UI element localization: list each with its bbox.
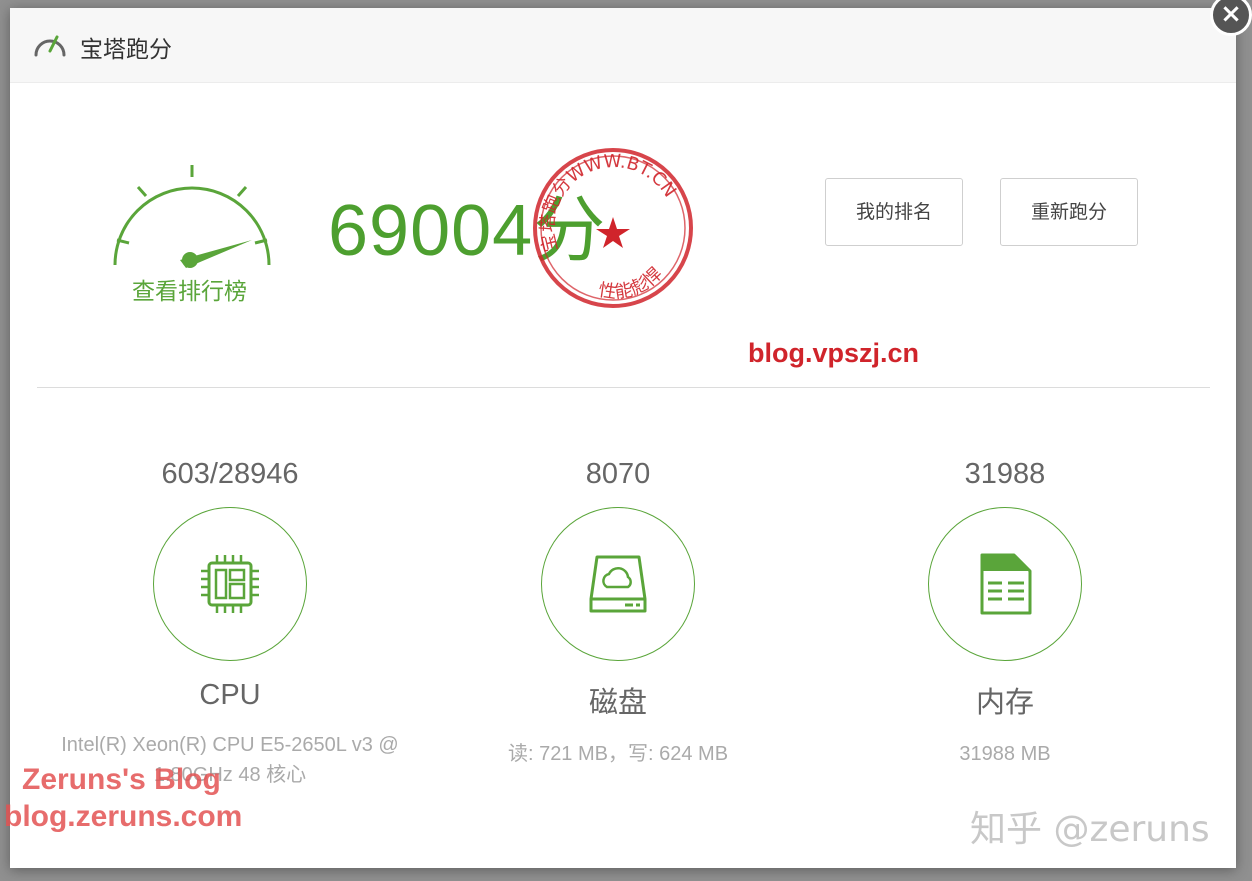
memory-score: 31988 bbox=[964, 458, 1046, 490]
memory-label: 内存 bbox=[975, 687, 1034, 719]
stamp-seal-icon: 宝塔跑分WWW.BT.CN 性能彪悍 bbox=[533, 148, 693, 308]
dialog-header: 宝塔跑分 bbox=[10, 8, 1236, 83]
speedometer-icon bbox=[34, 35, 66, 57]
memory-detail: 31988 MB bbox=[959, 743, 1051, 765]
cpu-icon-circle bbox=[153, 507, 307, 661]
rerun-benchmark-button[interactable]: 重新跑分 bbox=[1000, 178, 1138, 246]
disk-icon-circle bbox=[541, 507, 695, 661]
leaderboard-link[interactable]: 查看排行榜 bbox=[132, 272, 247, 306]
cpu-chip-icon bbox=[201, 555, 259, 613]
metric-cpu: 603/28946 CPU Intel(R) Xeon(R) CPU E5-26… bbox=[40, 458, 420, 790]
memory-icon-circle bbox=[928, 507, 1082, 661]
gauge-icon[interactable] bbox=[110, 160, 274, 270]
my-rank-button[interactable]: 我的排名 bbox=[825, 178, 963, 246]
watermark-zeruns-title: Zeruns's Blog bbox=[22, 763, 221, 796]
stamp-bottom-text: 性能彪悍 bbox=[597, 263, 667, 303]
dialog-title: 宝塔跑分 bbox=[80, 37, 172, 63]
disk-drive-icon bbox=[589, 555, 647, 613]
divider bbox=[37, 387, 1210, 388]
memory-icon bbox=[980, 553, 1032, 615]
disk-score: 8070 bbox=[585, 458, 651, 490]
metric-disk: 8070 磁盘 读: 721 MB，写: 624 MB bbox=[428, 458, 808, 769]
score-value: 69004 bbox=[328, 191, 534, 271]
watermark-zhihu: 知乎 @zeruns bbox=[970, 809, 1210, 850]
cpu-label: CPU bbox=[199, 679, 261, 711]
disk-detail: 读: 721 MB，写: 624 MB bbox=[507, 743, 729, 765]
watermark-vpszj: blog.vpszj.cn bbox=[748, 338, 920, 368]
cpu-score: 603/28946 bbox=[161, 458, 299, 490]
watermark-zeruns-url: blog.zeruns.com bbox=[4, 800, 243, 833]
svg-text:性能彪悍: 性能彪悍 bbox=[597, 263, 667, 303]
disk-label: 磁盘 bbox=[588, 687, 647, 719]
metric-memory: 31988 内存 31988 MB bbox=[815, 458, 1195, 769]
benchmark-dialog: 宝塔跑分 × 查看排行榜 69004分 宝塔跑分WWW.BT.CN 性能彪悍 我… bbox=[10, 0, 1252, 868]
